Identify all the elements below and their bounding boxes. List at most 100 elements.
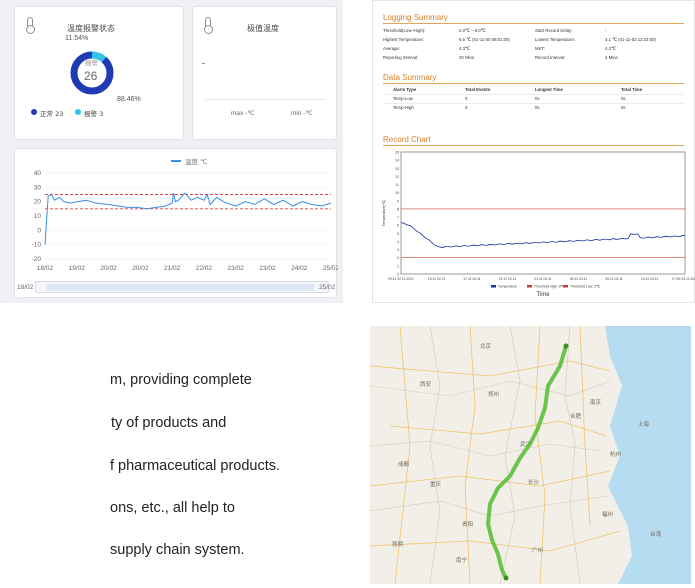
route-end-marker xyxy=(503,575,509,581)
table-cell: 0s xyxy=(621,105,626,110)
placeholder-dash xyxy=(202,63,205,64)
y-tick-label: 1 xyxy=(397,264,399,268)
y-tick-label: 11 xyxy=(395,183,399,187)
min-temp-label: min -℃ xyxy=(291,110,313,117)
logging-summary-title: Logging Summary xyxy=(383,13,448,22)
y-tick-label: 6 xyxy=(397,224,399,228)
delivery-route xyxy=(486,344,568,580)
y-tick-label: 0 xyxy=(397,273,399,277)
y-tick-label: 30 xyxy=(34,184,42,191)
x-tick-label: 09:11 02.11.2021 xyxy=(388,277,414,281)
y-tick-label: 8 xyxy=(397,207,399,211)
x-tick-label: 18/02 xyxy=(37,265,54,272)
slider-start-label: 18/02 xyxy=(17,284,34,291)
city-label: 南宁 xyxy=(456,556,468,564)
dashboard-panel: 温度报警状态 11.54% 88.46% 报警 26 正常 23 报警 3 极值… xyxy=(0,0,343,303)
slider-end-label: 25/02 xyxy=(319,284,336,291)
table-cell: 0 xyxy=(465,105,468,110)
route-map[interactable]: 北京 西安 郑州 合肥 南京 上海 武汉 杭州 长沙 福州 广州 台湾 成都 重庆 昆明 贵阳 南宁 xyxy=(370,326,691,584)
temperature-series-line xyxy=(44,192,332,245)
alarm-donut-chart xyxy=(70,51,114,95)
y-tick-label: 5 xyxy=(397,232,399,236)
temp-line-chart-card: 温度 ℃ 40 30 20 10 0 -10 -20 18/02 19/02 20/02 20/02… xyxy=(14,148,338,298)
text-line: ons, etc., all help to xyxy=(110,500,235,516)
y-tick-label: -20 xyxy=(32,256,42,263)
x-tick-label: 09:11 03.11 xyxy=(605,277,623,281)
x-tick-label: 17:09 03.11.2021 xyxy=(672,277,695,281)
route-start-marker xyxy=(563,343,569,349)
summary-key: Record Interval: xyxy=(535,55,566,60)
y-tick-label: 14 xyxy=(395,159,399,163)
row-divider xyxy=(383,103,684,104)
y-tick-label: 3 xyxy=(397,248,399,252)
summary-key: Reporting Interval: xyxy=(383,55,419,60)
y-tick-label: -10 xyxy=(32,242,42,249)
legend-alarm-dot xyxy=(75,109,81,115)
y-tick-label: 4 xyxy=(397,240,399,244)
y-tick-label: 2 xyxy=(397,256,399,260)
normal-percent: 88.46% xyxy=(117,96,141,103)
zoom-slider-fill xyxy=(46,284,314,291)
x-tick-label: 24/02 xyxy=(291,265,308,272)
text-line: m, providing complete xyxy=(110,372,252,388)
x-tick-label: 21:11 02.11 xyxy=(499,277,517,281)
summary-value: 2 Mins xyxy=(605,55,618,60)
legend-normal-label: 正常 23 xyxy=(40,110,64,118)
city-label: 北京 xyxy=(480,342,492,350)
y-axis-label: Temperature(℃) xyxy=(382,200,386,227)
record-chart-title: Record Chart xyxy=(383,135,431,144)
x-tick-label: 13:11 02.11 xyxy=(428,277,446,281)
record-temperature-line xyxy=(400,222,686,248)
summary-key: MKT: xyxy=(535,46,545,51)
x-axis-label: Time xyxy=(536,292,550,298)
y-tick-label: 9 xyxy=(397,199,399,203)
y-tick-label: 10 xyxy=(395,191,399,195)
summary-key: Start Record Delay: xyxy=(535,28,573,33)
x-tick-label: 20/02 xyxy=(100,265,117,272)
city-label: 广州 xyxy=(532,546,543,554)
city-label: 郑州 xyxy=(488,390,499,398)
y-tick-label: 40 xyxy=(34,170,42,177)
data-summary-title: Data Summary xyxy=(383,73,437,82)
city-label: 昆明 xyxy=(392,541,404,548)
city-label: 合肥 xyxy=(570,412,582,420)
table-header: Longest Time xyxy=(535,87,563,92)
card-title: 极值温度 xyxy=(247,24,279,33)
max-temp-label: max -℃ xyxy=(231,110,255,117)
city-label: 贵阳 xyxy=(462,520,473,528)
summary-key: Threshold(Low~High): xyxy=(383,28,426,33)
map-canvas: 北京西安郑州合肥南京上海武汉杭州长沙福州广州台湾成都重庆昆明贵阳南宁 xyxy=(370,326,691,584)
legend-label: Threshold High: 8℃ xyxy=(534,285,565,289)
table-cell: Temp-High xyxy=(393,105,414,110)
summary-value: 3.1 ℃ (01-11-02 12:23:00) xyxy=(605,37,656,42)
section-divider xyxy=(383,83,684,84)
temp-line-chart: 40 30 20 10 0 -10 -20 18/02 19/02 20/02 20/02 21/02… xyxy=(32,170,338,272)
table-header: Total Events xyxy=(465,87,491,92)
x-tick-label: 01:11 03.11 xyxy=(534,277,552,281)
zoom-slider[interactable] xyxy=(35,281,329,293)
city-label: 杭州 xyxy=(610,450,621,458)
table-cell: 0s xyxy=(621,96,626,101)
summary-value: 2.0℃ ~ 8.0℃ xyxy=(459,28,486,33)
table-cell: 0s xyxy=(535,105,540,110)
legend-normal-dot xyxy=(31,109,37,115)
y-tick-label: 15 xyxy=(395,151,399,155)
x-tick-label: 25/02 xyxy=(323,265,338,272)
x-tick-label: 13:11 03.11 xyxy=(641,277,659,281)
city-label: 成都 xyxy=(398,460,410,468)
legend-swatch xyxy=(491,285,496,288)
x-tick-label: 23/02 xyxy=(228,265,245,272)
row-divider xyxy=(383,94,684,95)
summary-value: 4.3℃ xyxy=(459,46,470,51)
thermometer-icon xyxy=(204,17,213,34)
legend-label: Threshold Low: 2℃ xyxy=(570,285,600,289)
plot-frame xyxy=(400,151,686,275)
table-cell: 0s xyxy=(535,96,540,101)
summary-value: 20 Mins xyxy=(459,55,475,60)
city-label: 上海 xyxy=(638,420,650,428)
y-tick-label: 0 xyxy=(37,227,41,234)
city-label: 南京 xyxy=(590,398,602,406)
section-divider xyxy=(383,23,684,24)
summary-value: 4.3℃ xyxy=(605,46,616,51)
temp-alarm-status-card: 温度报警状态 11.54% 88.46% 报警 26 正常 23 报警 3 xyxy=(14,6,184,140)
